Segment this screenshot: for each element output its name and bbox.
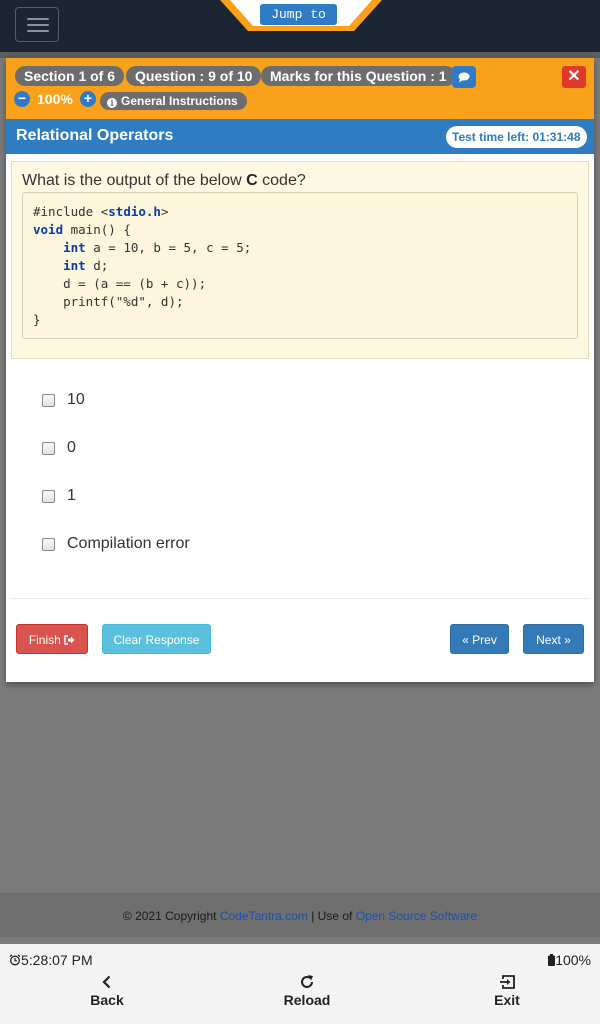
zoom-level: 100% [37,91,73,107]
double-chevron-left-icon: « [462,633,469,647]
battery-status: 100% [548,952,591,968]
general-instructions-button[interactable]: i General Instructions [100,92,247,110]
option-checkbox[interactable] [42,394,55,407]
chat-button[interactable] [452,66,476,88]
close-button[interactable]: ✕ [562,66,586,88]
prev-button[interactable]: « Prev [450,624,509,654]
option-label: 1 [67,487,76,504]
open-source-link[interactable]: Open Source Software [356,909,477,923]
code-line: void main() { [33,222,131,237]
double-chevron-right-icon: » [564,633,571,647]
option-checkbox[interactable] [42,490,55,503]
battery-level: 100% [555,952,591,968]
code-line: int a = 10, b = 5, c = 5; [63,240,252,255]
info-icon: i [107,98,117,108]
test-timer: Test time left: 01:31:48 [446,126,587,148]
topic-title: Relational Operators [16,127,174,144]
chevron-left-icon [102,975,111,989]
alarm-clock-icon [9,954,21,966]
page-footer: © 2021 Copyright CodeTantra.com | Use of… [0,893,600,937]
code-line: int d; [63,258,109,273]
reload-label: Reload [283,992,331,1008]
sign-out-icon [64,635,75,645]
exam-header: Section 1 of 6 Question : 9 of 10 Marks … [6,58,594,119]
question-badge: Question : 9 of 10 [126,66,262,86]
option-label: 0 [67,439,76,456]
zoom-in-button[interactable]: + [80,91,96,107]
minus-icon: − [17,90,27,106]
exit-button[interactable]: Exit [467,974,547,1008]
zoom-out-button[interactable]: − [14,91,30,107]
menu-icon-bar [27,24,49,26]
question-prefix: What is the output of the below [22,172,247,189]
section-badge: Section 1 of 6 [15,66,125,86]
code-line: printf("%d", d); [33,294,184,309]
divider [11,598,589,599]
exit-label: Exit [494,992,520,1008]
reload-button[interactable]: Reload [267,974,347,1008]
close-icon: ✕ [567,68,581,85]
code-block: #include <stdio.h> void main() { int a = … [22,192,578,339]
exit-icon [500,975,515,989]
general-instructions-label: General Instructions [121,94,238,108]
menu-toggle-button[interactable] [15,7,59,42]
prev-label: Prev [472,633,497,647]
code-line: } [33,312,41,327]
menu-icon [27,18,49,20]
menu-icon-bar [27,30,49,32]
plus-icon: + [83,90,93,106]
bottom-app-bar: 5:28:07 PM 100% Back Reload Exit [0,944,600,1024]
chat-icon [458,72,470,83]
option-checkbox[interactable] [42,442,55,455]
jump-to-button[interactable]: Jump to [260,4,337,25]
marks-badge: Marks for this Question : 1 [261,66,456,86]
next-button[interactable]: Next » [523,624,584,654]
topic-bar: Relational Operators Test time left: 01:… [6,119,594,154]
back-label: Back [90,992,124,1008]
question-text: What is the output of the below C code? [22,172,306,190]
finish-button[interactable]: Finish [16,624,88,654]
code-line: #include <stdio.h> [33,204,169,219]
clear-response-button[interactable]: Clear Response [102,624,211,654]
back-button[interactable]: Back [67,974,147,1008]
question-panel: What is the output of the below C code? … [11,161,589,359]
next-label: Next [536,633,561,647]
codetantra-link[interactable]: CodeTantra.com [220,909,308,923]
jump-to-tab: Jump to [220,0,382,32]
question-card: Section 1 of 6 Question : 9 of 10 Marks … [6,58,594,682]
question-language: C [246,172,258,189]
option-label: Compilation error [67,535,190,552]
finish-label: Finish [28,633,61,647]
copyright-text: © 2021 Copyright [122,909,217,923]
footer-separator: | Use of [311,909,353,923]
code-line: d = (a == (b + c)); [33,276,207,291]
option-label: 10 [67,391,85,408]
clock: 5:28:07 PM [9,952,93,968]
top-navbar: Jump to [0,0,600,52]
clock-time: 5:28:07 PM [21,952,93,968]
question-suffix: code? [257,172,306,189]
option-checkbox[interactable] [42,538,55,551]
reload-icon [301,975,313,988]
